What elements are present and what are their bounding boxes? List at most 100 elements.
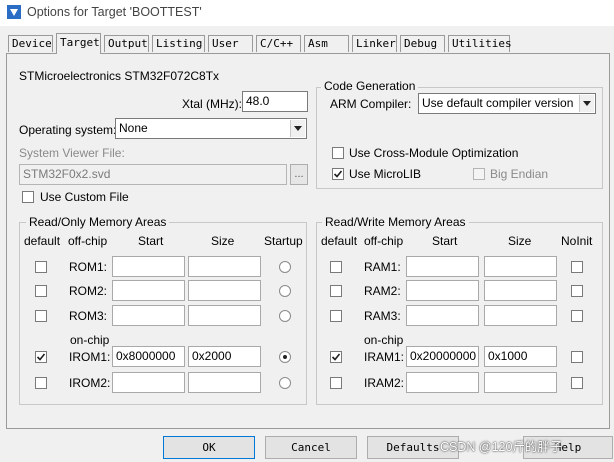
- irom1-size-input[interactable]: 0x2000: [188, 346, 261, 367]
- ro-header-start: Start: [138, 234, 164, 248]
- check-icon: [331, 353, 341, 361]
- tab-utilities[interactable]: Utilities: [448, 35, 512, 52]
- ram2-noinit-checkbox[interactable]: [571, 285, 583, 297]
- rom2-label: ROM2:: [69, 284, 108, 298]
- rom3-start-input[interactable]: [112, 305, 185, 326]
- ram2-size-input[interactable]: [484, 280, 557, 301]
- svd-browse-button[interactable]: ...: [290, 164, 308, 185]
- watermark-text: CSDN @120斤的胖子: [440, 440, 563, 454]
- irom2-label: IROM2:: [69, 376, 111, 390]
- rom1-label: ROM1:: [69, 260, 108, 274]
- ram2-start-input[interactable]: [406, 280, 479, 301]
- rw-memory-title: Read/Write Memory Areas: [322, 216, 469, 228]
- ram1-start-input[interactable]: [406, 256, 479, 277]
- irom1-start-input[interactable]: 0x8000000: [112, 346, 185, 367]
- ok-button[interactable]: OK: [163, 436, 255, 459]
- ro-header-offchip: off-chip: [68, 234, 108, 248]
- ram3-noinit-checkbox[interactable]: [571, 310, 583, 322]
- compiler-select-value: Use default compiler version: [422, 96, 574, 110]
- check-icon: [36, 353, 46, 361]
- rom3-default-checkbox[interactable]: [35, 310, 47, 322]
- ro-memory-title: Read/Only Memory Areas: [26, 216, 170, 228]
- cross-module-checkbox[interactable]: [332, 147, 344, 159]
- big-endian-checkbox[interactable]: [473, 168, 485, 180]
- ram1-noinit-checkbox[interactable]: [571, 261, 583, 273]
- compiler-label: ARM Compiler:: [330, 97, 412, 111]
- rom1-size-input[interactable]: [188, 256, 261, 277]
- rw-header-start: Start: [432, 234, 458, 248]
- svd-label: System Viewer File:: [19, 146, 125, 160]
- microlib-checkbox[interactable]: [332, 168, 344, 180]
- tab-asm[interactable]: Asm: [304, 35, 349, 52]
- iram1-default-checkbox[interactable]: [330, 351, 342, 363]
- ram1-default-checkbox[interactable]: [330, 261, 342, 273]
- irom2-size-input[interactable]: [188, 372, 261, 393]
- tab-output[interactable]: Output: [104, 35, 149, 52]
- title-bar: Options for Target 'BOOTTEST': [0, 0, 614, 26]
- xtal-label: Xtal (MHz):: [182, 97, 242, 111]
- rom1-start-input[interactable]: [112, 256, 185, 277]
- ram2-default-checkbox[interactable]: [330, 285, 342, 297]
- tab-user[interactable]: User: [208, 35, 253, 52]
- os-select[interactable]: None: [115, 118, 307, 139]
- rom2-size-input[interactable]: [188, 280, 261, 301]
- os-label: Operating system:: [19, 123, 117, 137]
- iram2-start-input[interactable]: [406, 372, 479, 393]
- app-icon: [7, 5, 21, 19]
- ram3-default-checkbox[interactable]: [330, 310, 342, 322]
- rom2-start-input[interactable]: [112, 280, 185, 301]
- cross-module-label: Use Cross-Module Optimization: [349, 146, 519, 160]
- tab-target[interactable]: Target: [56, 33, 101, 54]
- radio-dot-icon: [283, 355, 287, 359]
- tab-debug[interactable]: Debug: [400, 35, 445, 52]
- big-endian-label: Big Endian: [490, 167, 549, 181]
- rw-header-default: default: [321, 234, 358, 248]
- irom1-default-checkbox[interactable]: [35, 351, 47, 363]
- rom3-startup-radio[interactable]: [279, 310, 291, 322]
- rom2-startup-radio[interactable]: [279, 285, 291, 297]
- rw-header-size: Size: [508, 234, 532, 248]
- rom1-startup-radio[interactable]: [279, 261, 291, 273]
- ro-header-default: default: [24, 234, 61, 248]
- irom2-default-checkbox[interactable]: [35, 377, 47, 389]
- ram1-size-input[interactable]: [484, 256, 557, 277]
- microlib-label: Use MicroLIB: [349, 167, 422, 181]
- irom2-startup-radio[interactable]: [279, 377, 291, 389]
- compiler-select[interactable]: Use default compiler version: [418, 93, 596, 114]
- tab-linker[interactable]: Linker: [352, 35, 397, 52]
- rom3-size-input[interactable]: [188, 305, 261, 326]
- rom1-default-checkbox[interactable]: [35, 261, 47, 273]
- iram1-size-input[interactable]: 0x1000: [484, 346, 557, 367]
- svd-input[interactable]: STM32F0x2.svd: [19, 164, 287, 185]
- ram3-size-input[interactable]: [484, 305, 557, 326]
- iram1-noinit-checkbox[interactable]: [571, 351, 583, 363]
- check-icon: [333, 170, 343, 178]
- custom-file-label: Use Custom File: [40, 190, 129, 204]
- rom3-label: ROM3:: [69, 309, 108, 323]
- irom2-start-input[interactable]: [112, 372, 185, 393]
- tab-device[interactable]: Device: [8, 35, 53, 52]
- iram2-label: IRAM2:: [364, 376, 405, 390]
- cancel-button[interactable]: Cancel: [265, 436, 357, 459]
- iram2-default-checkbox[interactable]: [330, 377, 342, 389]
- chevron-down-icon[interactable]: [290, 120, 305, 137]
- xtal-input[interactable]: 48.0: [242, 91, 308, 112]
- tab-cpp[interactable]: C/C++: [256, 35, 301, 52]
- device-name: STMicroelectronics STM32F072C8Tx: [19, 69, 220, 83]
- chevron-down-icon[interactable]: [579, 95, 594, 112]
- custom-file-checkbox[interactable]: [22, 191, 34, 203]
- rw-onchip-label: on-chip: [364, 333, 404, 347]
- ram3-start-input[interactable]: [406, 305, 479, 326]
- rw-header-noinit: NoInit: [561, 234, 593, 248]
- ro-header-startup: Startup: [264, 234, 303, 248]
- rom2-default-checkbox[interactable]: [35, 285, 47, 297]
- irom1-label: IROM1:: [69, 350, 111, 364]
- iram2-size-input[interactable]: [484, 372, 557, 393]
- iram1-start-input[interactable]: 0x20000000: [406, 346, 479, 367]
- irom1-startup-radio[interactable]: [279, 351, 291, 363]
- ram2-label: RAM2:: [364, 284, 401, 298]
- tab-listing[interactable]: Listing: [152, 35, 205, 52]
- iram2-noinit-checkbox[interactable]: [571, 377, 583, 389]
- window-title: Options for Target 'BOOTTEST': [27, 5, 202, 19]
- code-generation-title: Code Generation: [321, 80, 419, 92]
